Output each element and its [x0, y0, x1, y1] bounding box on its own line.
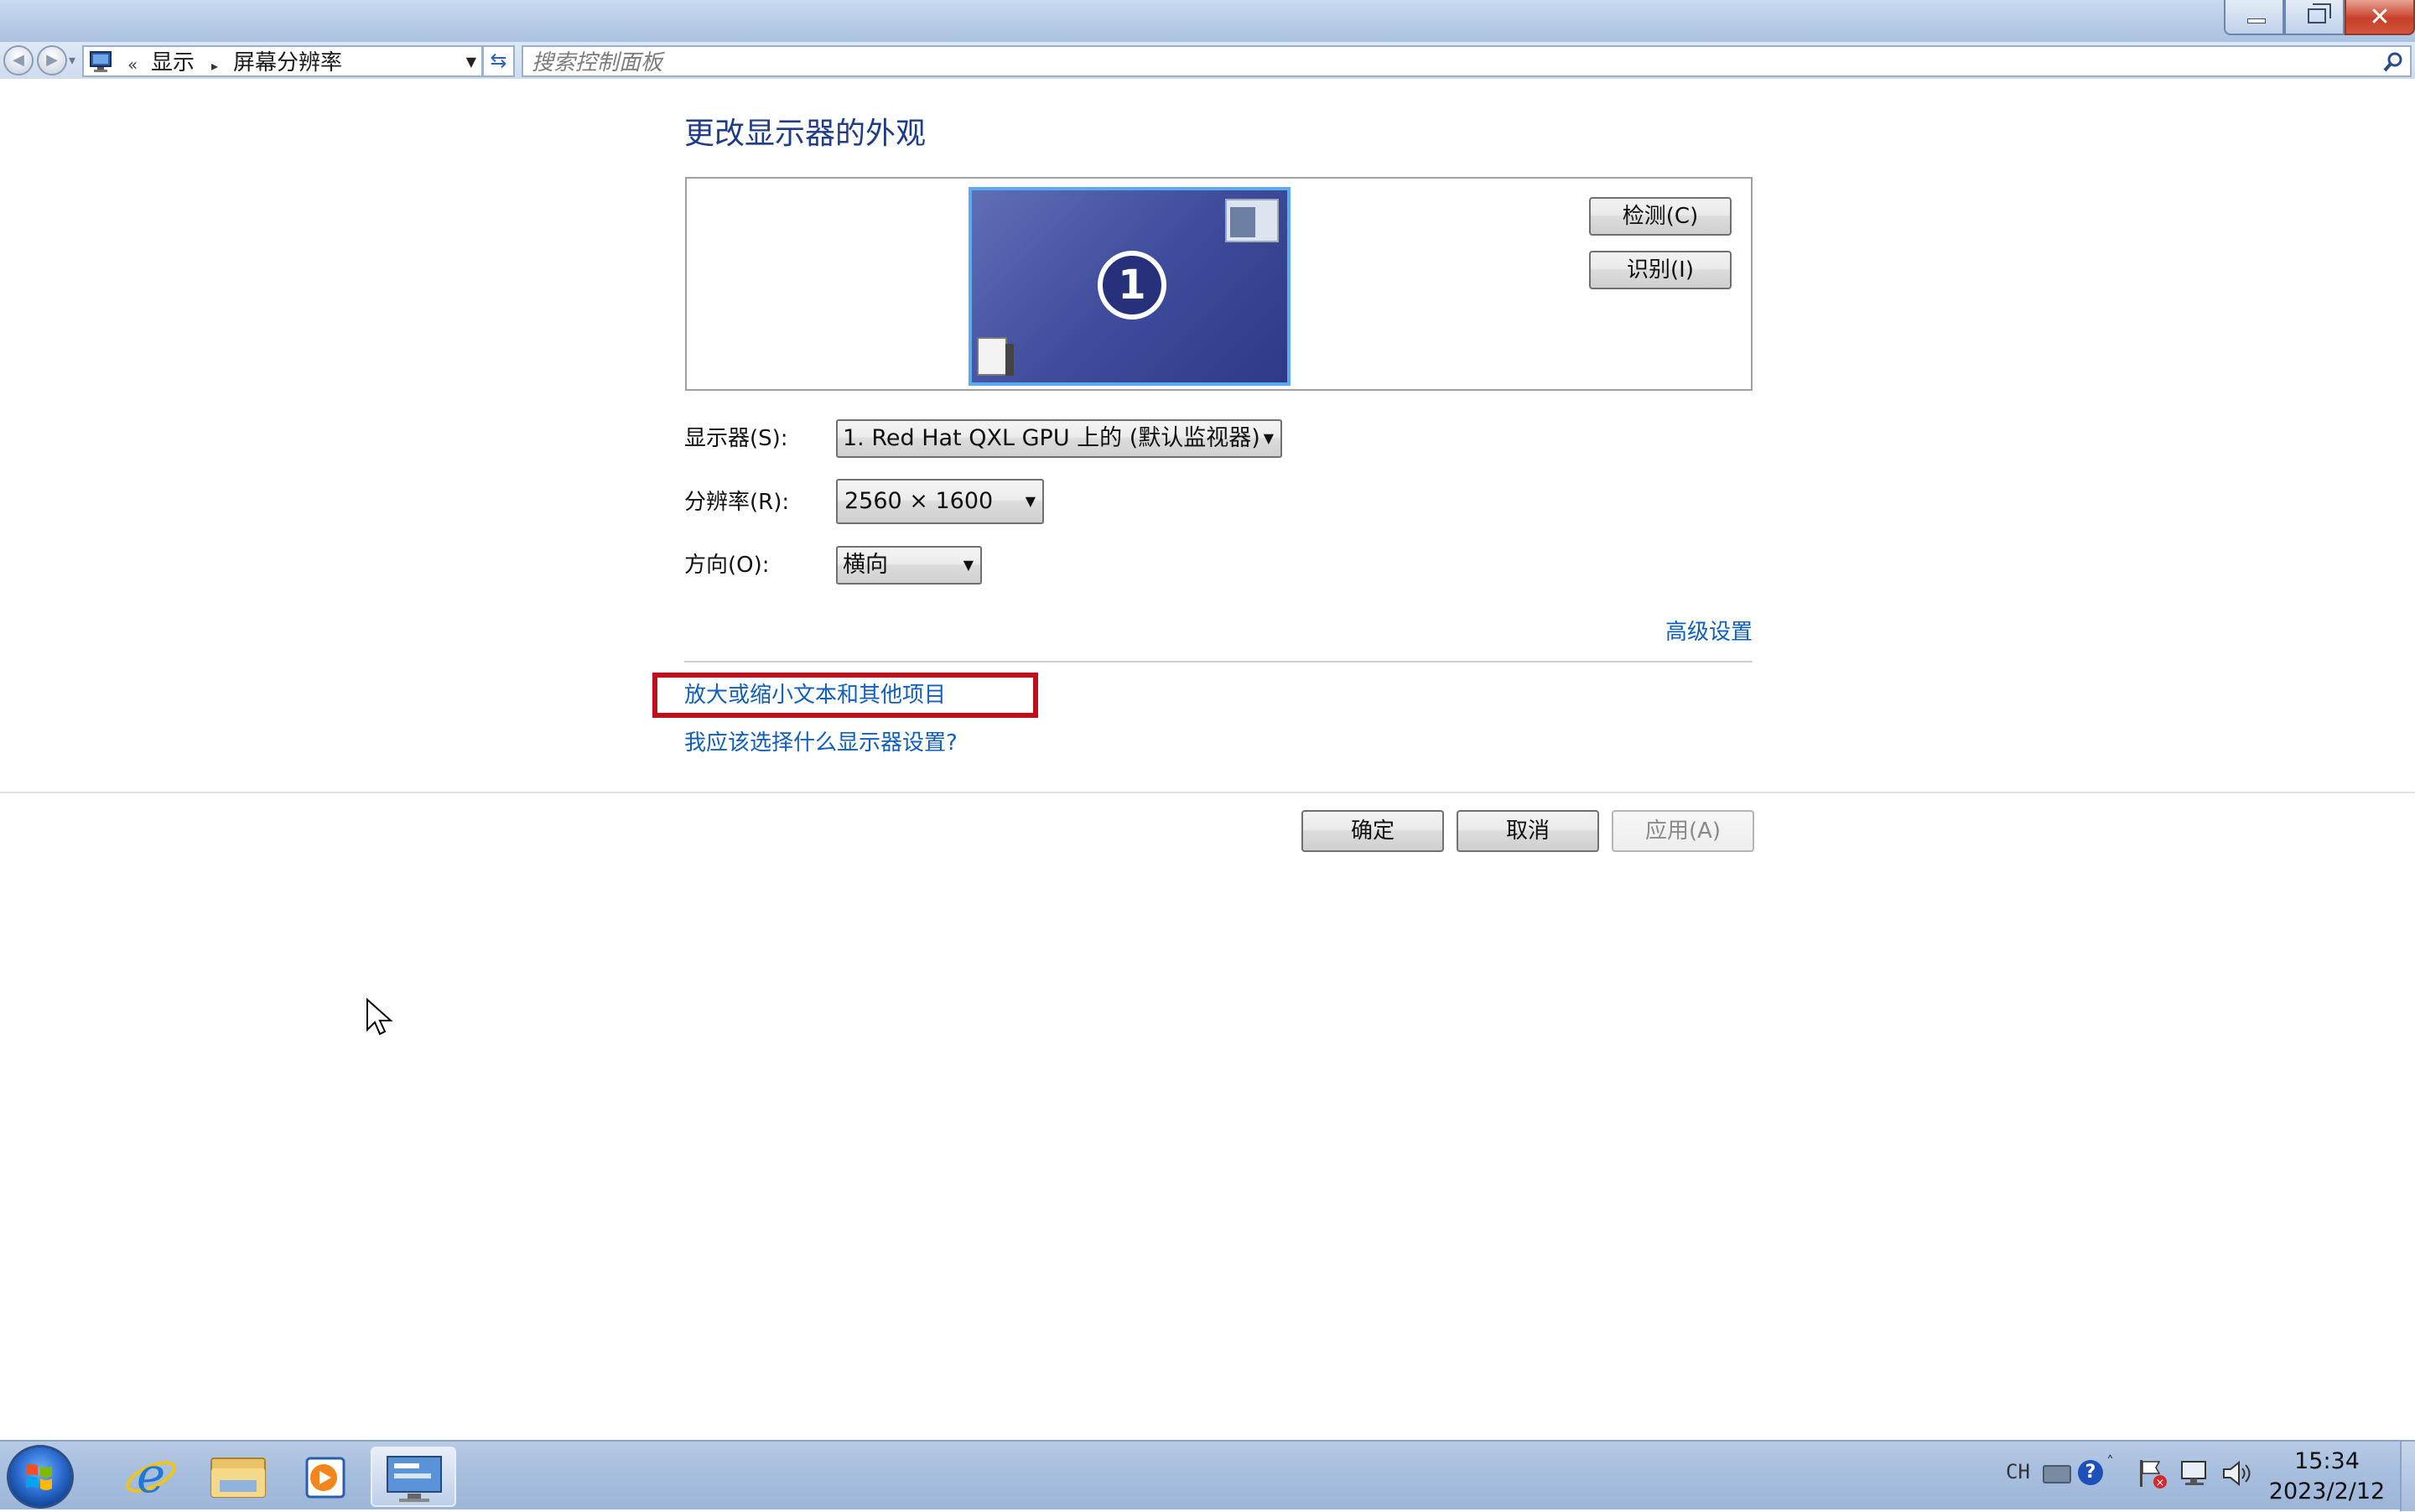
- which-display-settings-link[interactable]: 我应该选择什么显示器设置?: [684, 728, 958, 758]
- address-history-dropdown-icon[interactable]: ▼: [466, 54, 476, 70]
- clock-date[interactable]: 2023/2/12: [2264, 1478, 2390, 1505]
- cancel-button[interactable]: 取消: [1457, 810, 1599, 852]
- resolution-select-value: 2560 × 1600: [844, 488, 994, 514]
- section-divider: [684, 661, 1753, 662]
- show-desktop-button[interactable]: [2400, 1442, 2415, 1511]
- chevron-down-icon: ▼: [963, 557, 974, 573]
- taskbar: e CH ? ˄ × 15:34 2023/2/12: [0, 1440, 2415, 1511]
- internet-explorer-icon: e: [126, 1447, 176, 1504]
- help-icon[interactable]: ?: [2078, 1460, 2103, 1485]
- recent-pages-dropdown[interactable]: ▾: [69, 52, 75, 68]
- mouse-cursor-icon: [366, 998, 393, 1036]
- forward-button[interactable]: ▶: [37, 45, 67, 75]
- monitor-1-preview[interactable]: 1: [969, 187, 1291, 386]
- system-tray: CH ? ˄ × 15:34 2023/2/12: [1979, 1442, 2415, 1511]
- minimize-icon: [2247, 18, 2266, 23]
- taskbar-media-player[interactable]: [285, 1447, 366, 1507]
- minimize-button[interactable]: [2224, 0, 2284, 35]
- svg-text:e: e: [137, 1447, 165, 1504]
- resolution-select[interactable]: 2560 × 1600 ▼: [836, 479, 1044, 524]
- forward-arrow-icon: ▶: [46, 51, 58, 69]
- orientation-label: 方向(O):: [684, 553, 770, 578]
- taskbar-control-panel[interactable]: [371, 1447, 456, 1507]
- search-icon[interactable]: [2380, 49, 2407, 75]
- keyboard-icon[interactable]: [2043, 1465, 2071, 1483]
- windows-start-icon: [26, 1464, 52, 1490]
- start-button[interactable]: [7, 1445, 74, 1509]
- windows-explorer-icon: [210, 1457, 266, 1498]
- button-bar-divider: [0, 792, 2415, 793]
- ok-button[interactable]: 确定: [1301, 810, 1444, 852]
- display-control-panel-icon: [90, 51, 112, 72]
- close-button[interactable]: ✕: [2345, 0, 2415, 35]
- search-placeholder: 搜索控制面板: [532, 50, 663, 75]
- close-icon: ✕: [2369, 3, 2391, 32]
- window-thumbnail-icon: [1225, 199, 1279, 242]
- svg-text:×: ×: [2156, 1477, 2165, 1489]
- monitor-number-badge: 1: [1098, 251, 1166, 320]
- refresh-icon: ⇆: [490, 49, 507, 72]
- clock-time[interactable]: 15:34: [2264, 1448, 2390, 1475]
- detect-button[interactable]: 检测(C): [1589, 197, 1732, 236]
- document-thumbnail-icon: [977, 337, 1014, 376]
- resolution-label: 分辨率(R):: [684, 490, 790, 515]
- orientation-select[interactable]: 横向 ▼: [836, 546, 982, 585]
- back-button[interactable]: ◀: [3, 45, 34, 75]
- restore-icon-front: [2308, 8, 2326, 23]
- breadcrumb-screen-resolution[interactable]: 屏幕分辨率: [233, 50, 342, 75]
- chevron-down-icon: ▼: [1263, 430, 1274, 446]
- navigation-bar: ◀ ▶ ▾ « 显示 ▸ 屏幕分辨率 ▼ ⇆ 搜索控制面板: [0, 42, 2415, 79]
- breadcrumb-display[interactable]: 显示: [151, 50, 195, 75]
- page-title: 更改显示器的外观: [684, 117, 927, 151]
- taskbar-internet-explorer[interactable]: e: [111, 1447, 191, 1507]
- zoom-text-link[interactable]: 放大或缩小文本和其他项目: [684, 680, 946, 710]
- control-panel-icon: [387, 1456, 442, 1502]
- tray-overflow-icon[interactable]: ˄: [2106, 1453, 2114, 1471]
- taskbar-windows-explorer[interactable]: [198, 1447, 278, 1507]
- address-overflow-marker[interactable]: «: [127, 52, 138, 77]
- media-player-icon: [305, 1457, 345, 1499]
- window-title-bar: ✕: [0, 0, 2415, 42]
- advanced-settings-link[interactable]: 高级设置: [1660, 617, 1753, 647]
- orientation-select-value: 横向: [843, 552, 888, 578]
- breadcrumb-separator-icon[interactable]: ▸: [211, 54, 218, 79]
- network-icon[interactable]: [2179, 1458, 2212, 1489]
- identify-button[interactable]: 识别(I): [1589, 251, 1732, 289]
- display-label: 显示器(S):: [684, 426, 788, 451]
- chevron-down-icon: ▼: [1025, 493, 1036, 509]
- search-input[interactable]: 搜索控制面板: [522, 45, 2412, 77]
- action-center-flag-icon[interactable]: ×: [2135, 1457, 2168, 1490]
- restore-button[interactable]: [2284, 0, 2345, 35]
- display-select[interactable]: 1. Red Hat QXL GPU 上的 (默认监视器) ▼: [836, 419, 1282, 458]
- refresh-button[interactable]: ⇆: [483, 45, 515, 77]
- display-select-value: 1. Red Hat QXL GPU 上的 (默认监视器): [843, 425, 1260, 451]
- address-bar[interactable]: « 显示 ▸ 屏幕分辨率 ▼: [82, 45, 483, 77]
- apply-button[interactable]: 应用(A): [1612, 810, 1754, 852]
- back-arrow-icon: ◀: [13, 51, 24, 69]
- volume-icon[interactable]: [2220, 1457, 2252, 1490]
- language-indicator[interactable]: CH: [2006, 1460, 2030, 1483]
